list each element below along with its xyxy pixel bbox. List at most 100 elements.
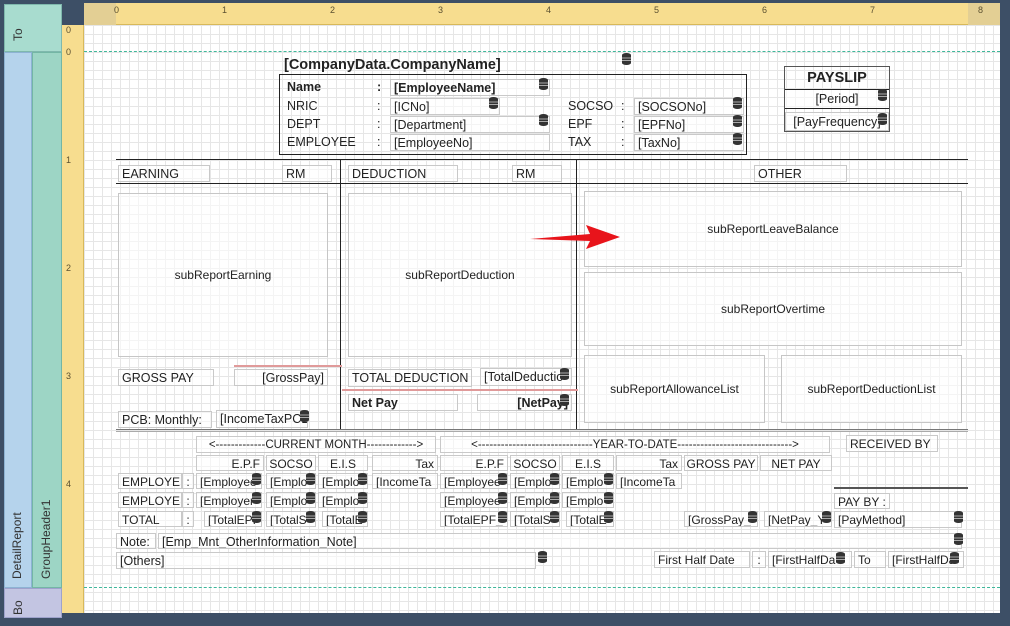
ytd-col-epf[interactable]: E.P.F [440,455,508,471]
ytd-employee-tax-field[interactable]: [IncomeTa [616,473,682,489]
net-pay-label[interactable]: Net Pay [348,394,458,411]
colon[interactable]: : [374,98,388,115]
pay-method-field[interactable]: [PayMethod] [834,511,962,528]
received-by-label[interactable]: RECEIVED BY [846,435,938,452]
employee-tax-field[interactable]: [IncomeTa [372,473,438,489]
note-label[interactable]: Note: [116,533,156,549]
database-icon [604,473,613,485]
socso-no-field[interactable]: [SOCSONo] [634,98,744,115]
ytd-col-eis[interactable]: E.I.S [562,455,614,471]
database-icon [498,473,507,485]
ytd-col-socso[interactable]: SOCSO [510,455,560,471]
department-field[interactable]: [Department] [390,116,550,133]
contrib-top-line [116,429,968,430]
band-detail-report[interactable]: DetailReport [4,52,32,588]
employee-name-field[interactable]: [EmployeeName] [390,79,550,96]
row-employer-label[interactable]: EMPLOYER [118,492,182,508]
employee-no-field[interactable]: [EmployeeNo] [390,134,550,151]
subreport-earning[interactable]: subReportEarning [118,193,328,357]
others-field[interactable]: [Others] [116,552,536,569]
colon[interactable]: : [618,98,632,115]
band-group-header[interactable]: GroupHeader1 [32,52,62,588]
database-icon [748,511,757,523]
colon[interactable]: : [618,116,632,133]
colon[interactable]: : [752,551,766,568]
other-header[interactable]: OTHER [754,165,847,182]
ytd-col-gross-pay[interactable]: GROSS PAY [684,455,758,471]
to-label[interactable]: To [854,551,886,568]
tax-label[interactable]: TAX [565,134,617,151]
colon[interactable]: : [374,134,388,151]
report-canvas[interactable]: [CompanyData.CompanyName] Name NRIC DEPT… [84,25,1000,613]
subreport-deduction[interactable]: subReportDeduction [348,193,572,357]
subreport-allowance-list[interactable]: subReportAllowanceList [584,355,765,423]
ruler-h-label: 2 [330,5,336,15]
gross-pay-label[interactable]: GROSS PAY [118,369,214,386]
ytd-col-tax[interactable]: Tax [616,455,682,471]
ic-no-field[interactable]: [ICNo] [390,98,500,115]
employee-label[interactable]: EMPLOYEE [284,134,374,151]
deduction-rm-header[interactable]: RM [512,165,562,182]
database-icon [733,115,742,127]
name-label[interactable]: Name [284,79,374,96]
database-icon [878,113,887,125]
epf-no-field[interactable]: [EPFNo] [634,116,744,133]
ruler-v-label: 2 [66,263,72,273]
col-epf[interactable]: E.P.F [196,455,264,471]
pay-by-label[interactable]: PAY BY : [834,493,890,509]
col-tax[interactable]: Tax [372,455,438,471]
period-field[interactable]: [Period] [785,89,889,109]
subreport-deduction-list[interactable]: subReportDeductionList [781,355,962,423]
subreport-overtime[interactable]: subReportOvertime [584,272,962,346]
band-top[interactable]: To [4,4,62,52]
earning-header[interactable]: EARNING [118,165,210,182]
signature-line [834,487,968,489]
row-total-label[interactable]: TOTAL [118,511,182,527]
epf-label[interactable]: EPF [565,116,617,133]
colon[interactable]: : [182,492,194,508]
database-icon [300,410,309,422]
subreport-leave-balance[interactable]: subReportLeaveBalance [584,191,962,267]
dept-label[interactable]: DEPT [284,116,374,133]
ytd-gross-pay-field[interactable]: [GrossPay_ [684,511,758,527]
ytd-col-net-pay[interactable]: NET PAY [760,455,832,471]
row-employee-label[interactable]: EMPLOYEE [118,473,182,489]
ruler-v-label: 3 [66,371,72,381]
net-pay-field[interactable]: [NetPay] [477,394,572,411]
ytd-header[interactable]: <------------------------------YEAR-TO-D… [440,436,830,453]
pay-frequency-field[interactable]: [PayFrequency] [785,112,889,131]
nric-label[interactable]: NRIC [284,98,374,115]
database-icon [489,97,498,109]
band-bottom[interactable]: Bo [4,588,62,618]
ruler-h-label: 5 [654,5,660,15]
company-name-field[interactable]: [CompanyData.CompanyName] [281,57,611,75]
total-deduction-field[interactable]: [TotalDeductio [480,368,572,386]
colon[interactable]: : [182,473,194,489]
current-month-header[interactable]: <-------------CURRENT MONTH-------------… [196,436,436,453]
total-deduction-label[interactable]: TOTAL DEDUCTION [348,369,472,387]
colon[interactable]: : [374,116,388,133]
database-icon [252,492,261,504]
deduction-header[interactable]: DEDUCTION [348,165,458,182]
database-icon [560,394,569,406]
pcb-field[interactable]: [IncomeTaxPCB [216,410,308,428]
database-icon [498,511,507,523]
gross-pay-field[interactable]: [GrossPay] [234,369,328,386]
vertical-ruler: 0 0 1 2 3 4 [62,25,84,613]
band-bottom-label: Bo [11,600,25,615]
tax-no-field[interactable]: [TaxNo] [634,134,744,151]
first-half-date-label[interactable]: First Half Date [654,551,750,568]
pcb-label[interactable]: PCB: Monthly: [118,411,212,428]
band-guide-top [84,51,1000,52]
col-eis[interactable]: E.I.S [318,455,368,471]
col-socso[interactable]: SOCSO [266,455,316,471]
earning-rm-header[interactable]: RM [282,165,332,182]
note-field[interactable]: [Emp_Mnt_OtherInformation_Note] [158,533,962,549]
band-group-label: GroupHeader1 [39,499,53,579]
colon[interactable]: : [182,511,194,527]
colon[interactable]: : [374,79,388,96]
earning-divider [340,159,341,429]
database-icon [878,89,887,101]
colon[interactable]: : [618,134,632,151]
socso-label[interactable]: SOCSO [565,98,617,115]
